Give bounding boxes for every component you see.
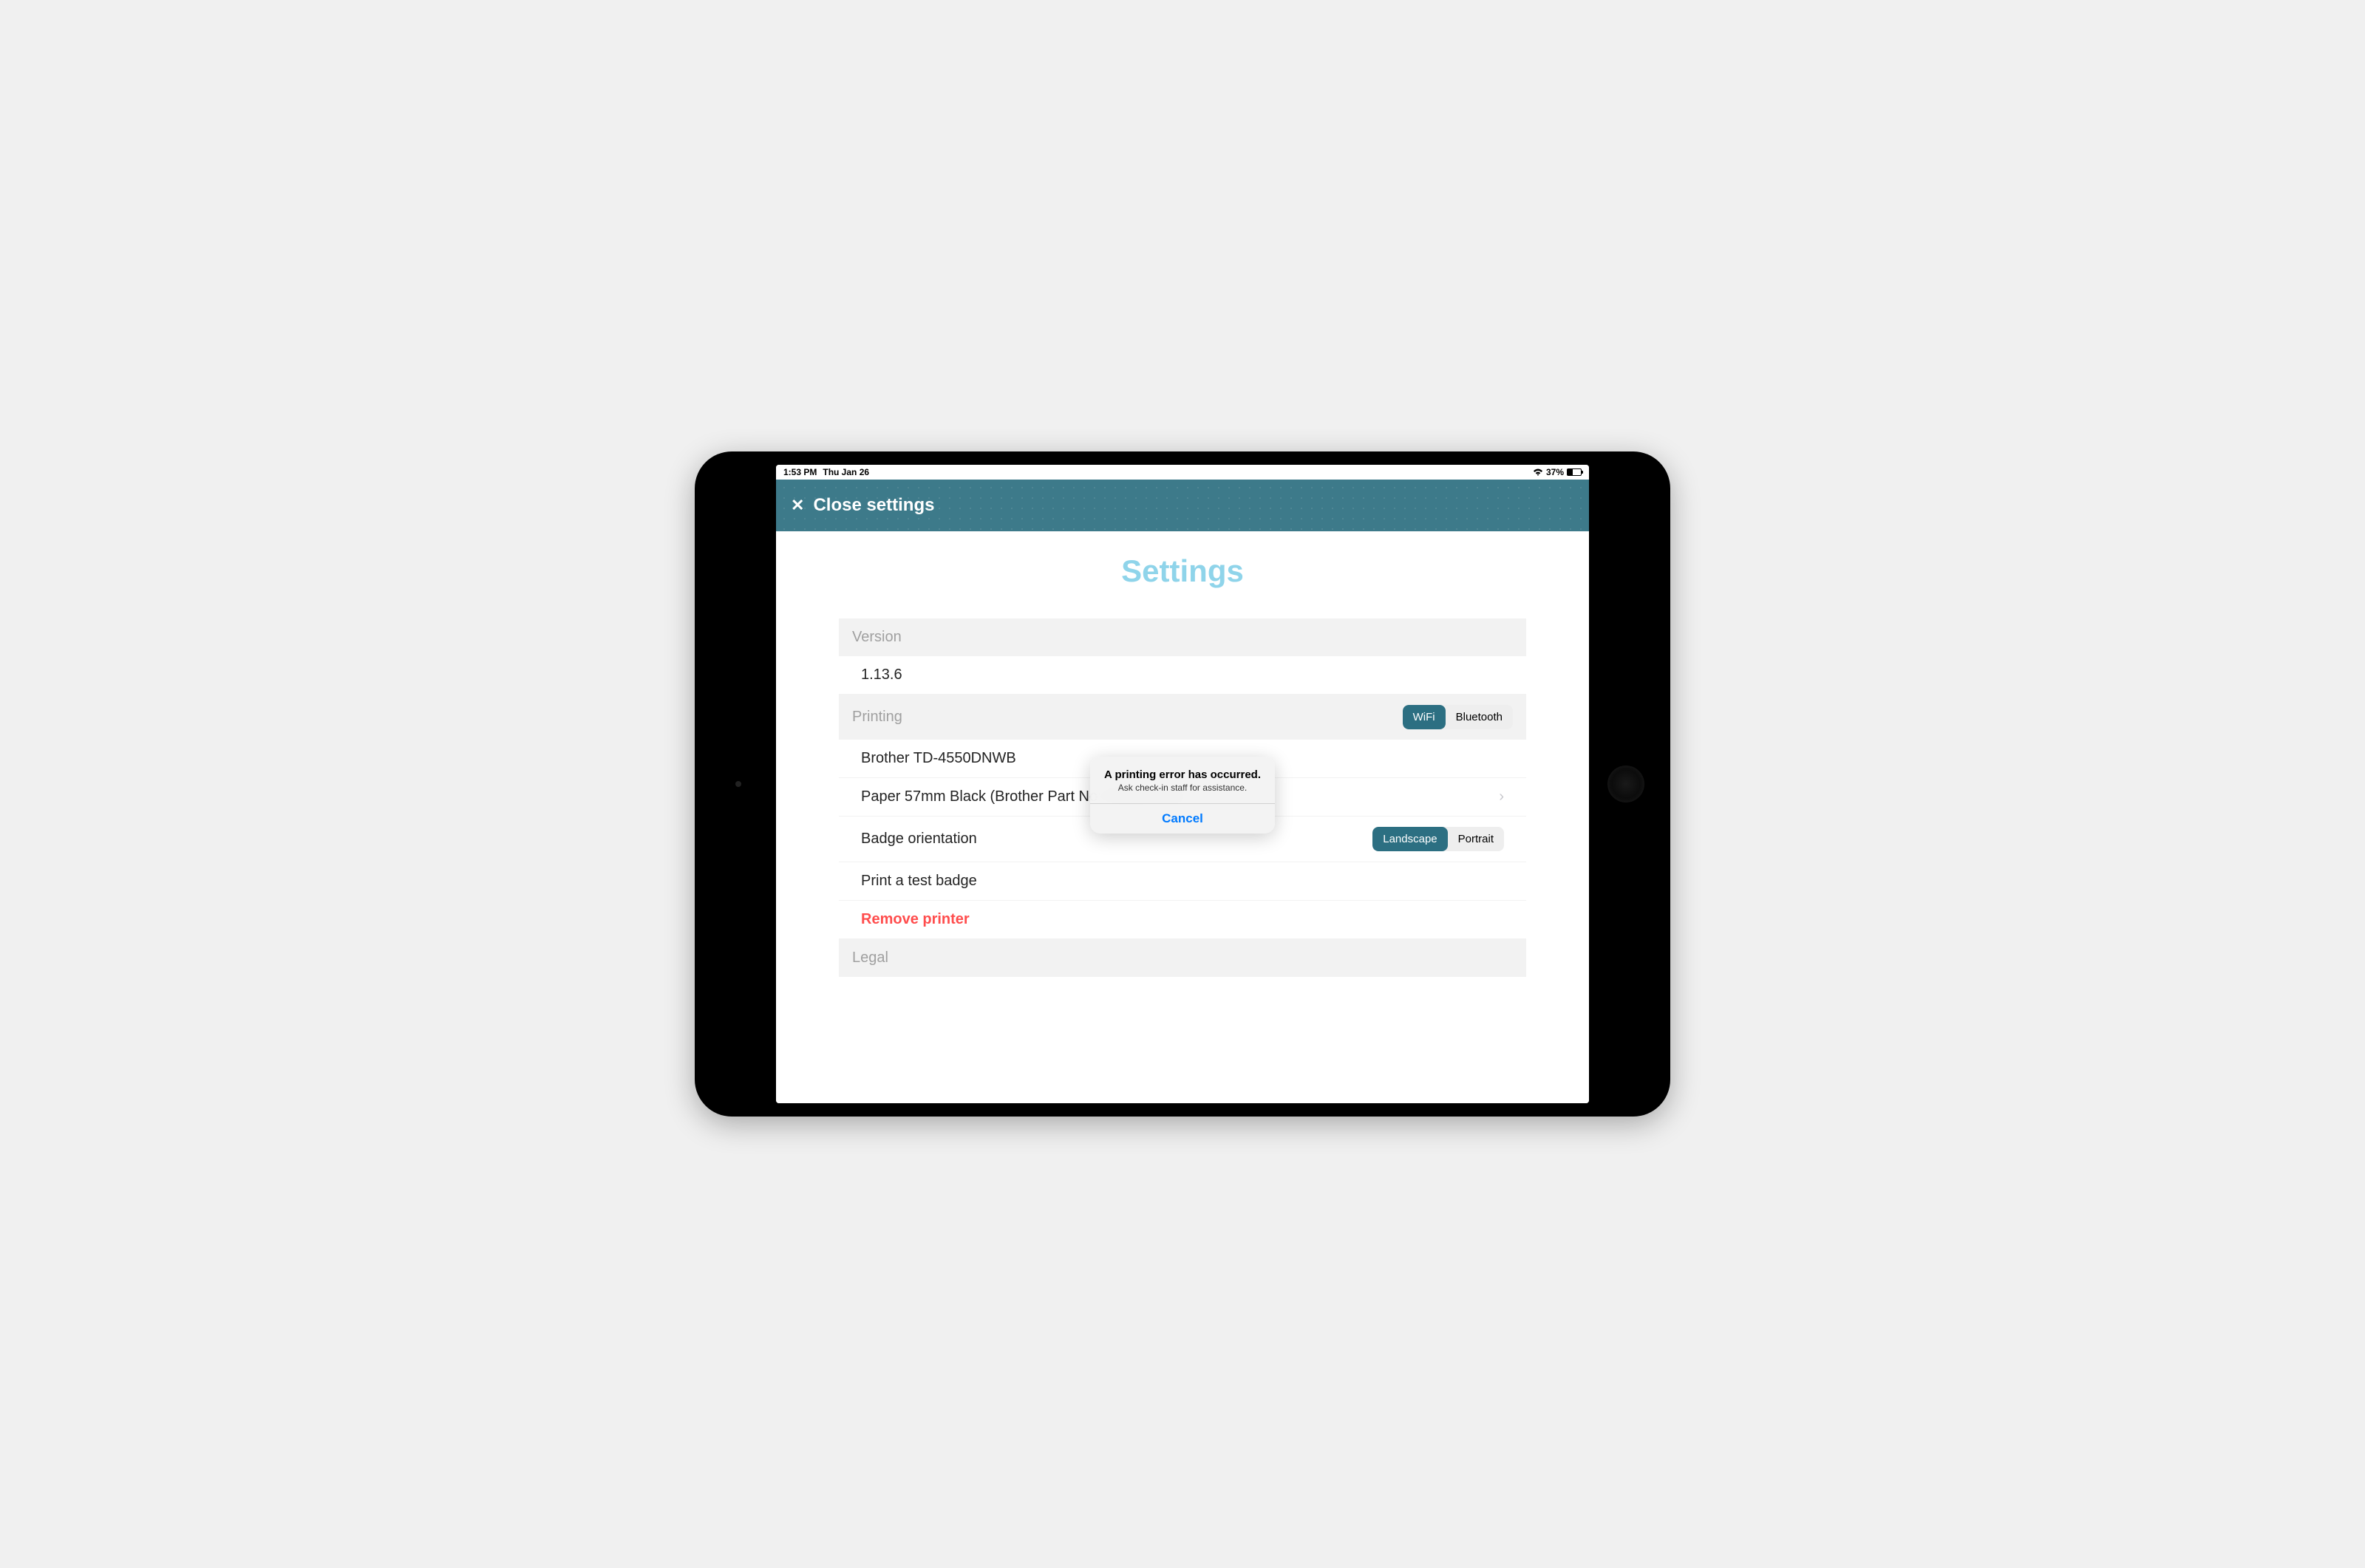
status-date: Thu Jan 26 — [823, 467, 869, 477]
ipad-bezel: 1:53 PM Thu Jan 26 37% ✕ Close settings … — [695, 451, 1670, 1117]
alert-message: Ask check-in staff for assistance. — [1099, 783, 1266, 793]
segment-portrait[interactable]: Portrait — [1448, 827, 1504, 851]
alert-title: A printing error has occurred. — [1099, 768, 1266, 781]
printer-model-label: Brother TD-4550DNWB — [861, 750, 1016, 767]
app-header: ✕ Close settings — [776, 480, 1589, 531]
screen: 1:53 PM Thu Jan 26 37% ✕ Close settings … — [776, 465, 1589, 1103]
alert-cancel-button[interactable]: Cancel — [1090, 804, 1275, 834]
battery-percent: 37% — [1546, 467, 1564, 477]
alert-dialog: A printing error has occurred. Ask check… — [1090, 757, 1275, 834]
battery-icon — [1567, 468, 1582, 476]
section-header-label: Version — [852, 629, 902, 646]
segment-landscape[interactable]: Landscape — [1372, 827, 1447, 851]
version-row: 1.13.6 — [839, 656, 1526, 695]
remove-printer-label: Remove printer — [861, 911, 970, 928]
print-test-badge-label: Print a test badge — [861, 873, 977, 890]
print-test-badge-row[interactable]: Print a test badge — [839, 862, 1526, 901]
segment-bluetooth[interactable]: Bluetooth — [1446, 705, 1513, 729]
version-value: 1.13.6 — [861, 667, 902, 684]
wifi-icon — [1533, 468, 1543, 476]
close-icon[interactable]: ✕ — [791, 496, 804, 515]
connection-segmented[interactable]: WiFi Bluetooth — [1403, 705, 1513, 729]
home-button[interactable] — [1607, 766, 1644, 802]
page-title: Settings — [776, 553, 1589, 589]
section-header-label: Printing — [852, 709, 902, 726]
section-header-legal: Legal — [839, 939, 1526, 977]
status-time: 1:53 PM — [783, 467, 817, 477]
section-header-printing: Printing WiFi Bluetooth — [839, 695, 1526, 740]
section-header-version: Version — [839, 618, 1526, 656]
close-settings-button[interactable]: Close settings — [813, 495, 934, 516]
segment-wifi[interactable]: WiFi — [1403, 705, 1446, 729]
orientation-label: Badge orientation — [861, 831, 977, 848]
remove-printer-row[interactable]: Remove printer — [839, 901, 1526, 939]
section-header-label: Legal — [852, 950, 888, 967]
status-bar: 1:53 PM Thu Jan 26 37% — [776, 465, 1589, 480]
orientation-segmented[interactable]: Landscape Portrait — [1372, 827, 1504, 851]
chevron-right-icon: › — [1499, 788, 1504, 805]
front-camera — [735, 781, 741, 787]
